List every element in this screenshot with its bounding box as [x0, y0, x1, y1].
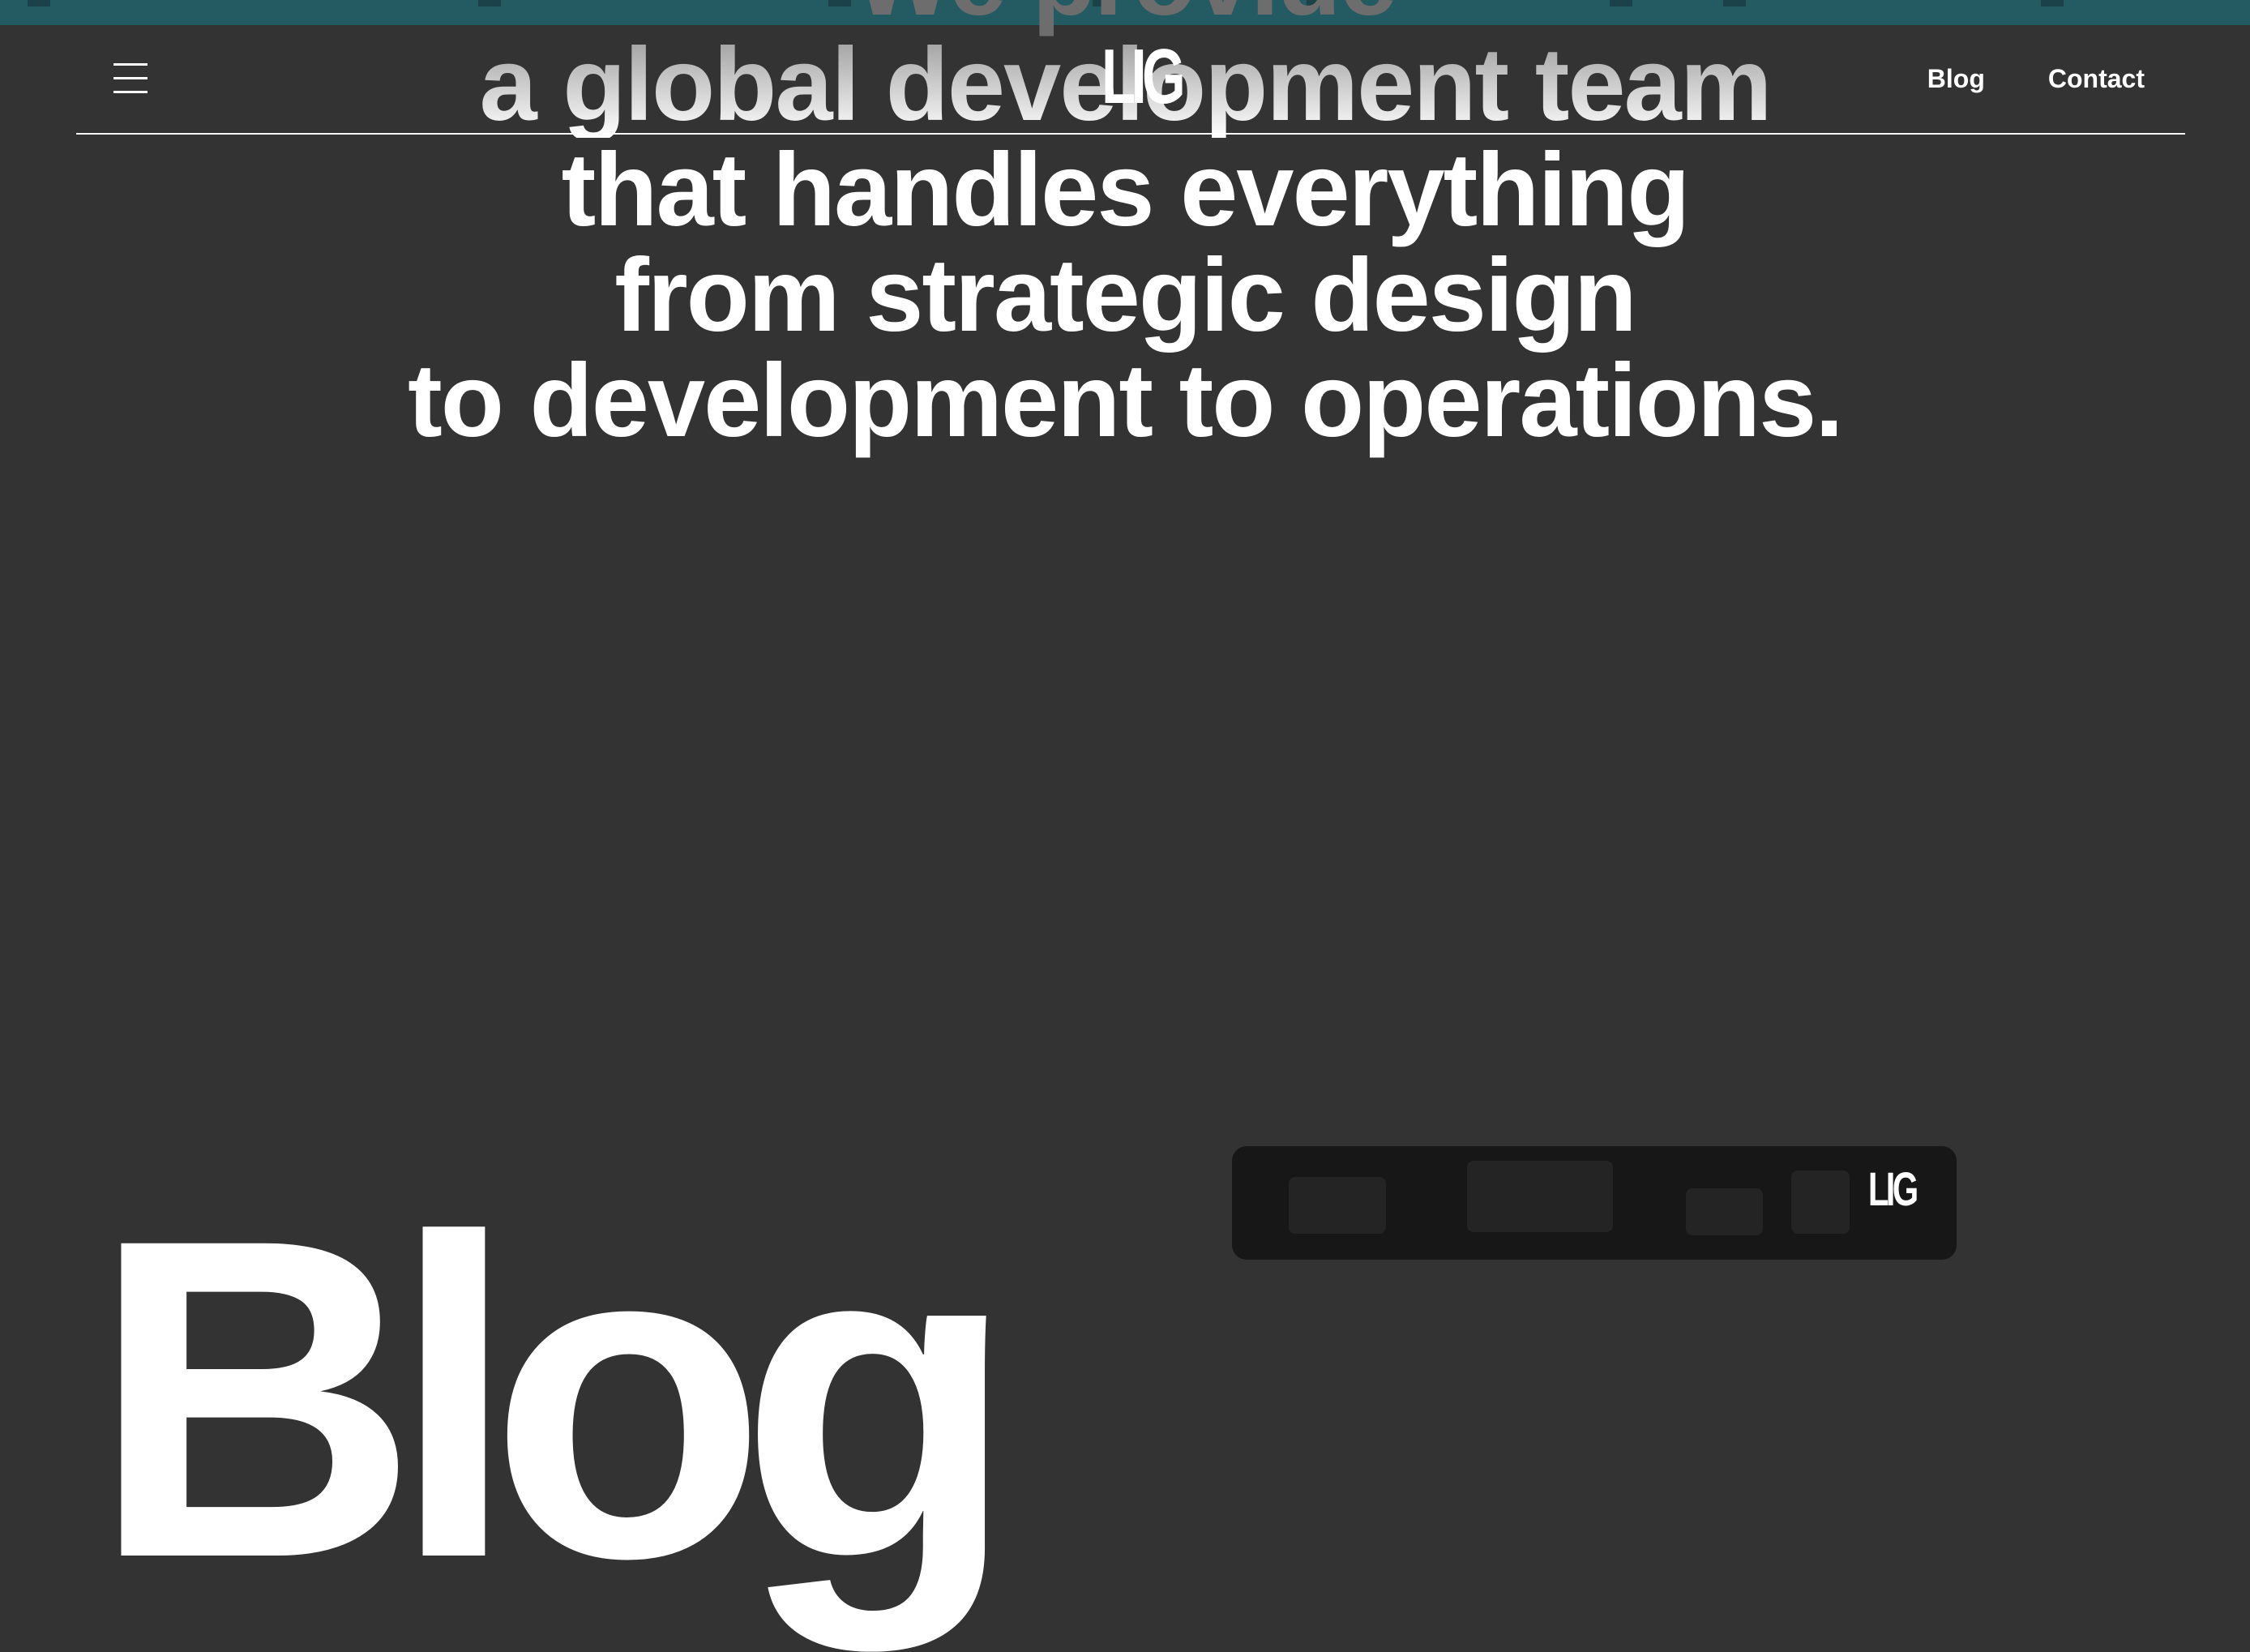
hero-line: from strategic design [614, 238, 1637, 353]
hamburger-menu-icon[interactable] [113, 63, 148, 94]
nav-blog-link[interactable]: Blog [1927, 62, 1985, 95]
site-header: LIG Blog Contact [76, 25, 2185, 135]
blog-section-heading: Blog [91, 1145, 1016, 1652]
card-logo: LIG [1868, 1163, 1918, 1216]
site-logo[interactable]: LIG [1094, 36, 1187, 118]
card-image-shape [1289, 1177, 1386, 1234]
nav-contact-link[interactable]: Contact [2048, 62, 2145, 95]
card-image-shape [1686, 1188, 1763, 1235]
blog-card[interactable]: LIG [1232, 1146, 1957, 1260]
card-image-shape [1467, 1161, 1613, 1232]
header-divider [76, 133, 2185, 135]
hero-line: to development to operations. [408, 343, 1844, 459]
card-image-shape [1791, 1171, 1850, 1234]
main-nav: Blog Contact [1927, 62, 2145, 95]
hero-line: that handles everything [561, 132, 1691, 248]
